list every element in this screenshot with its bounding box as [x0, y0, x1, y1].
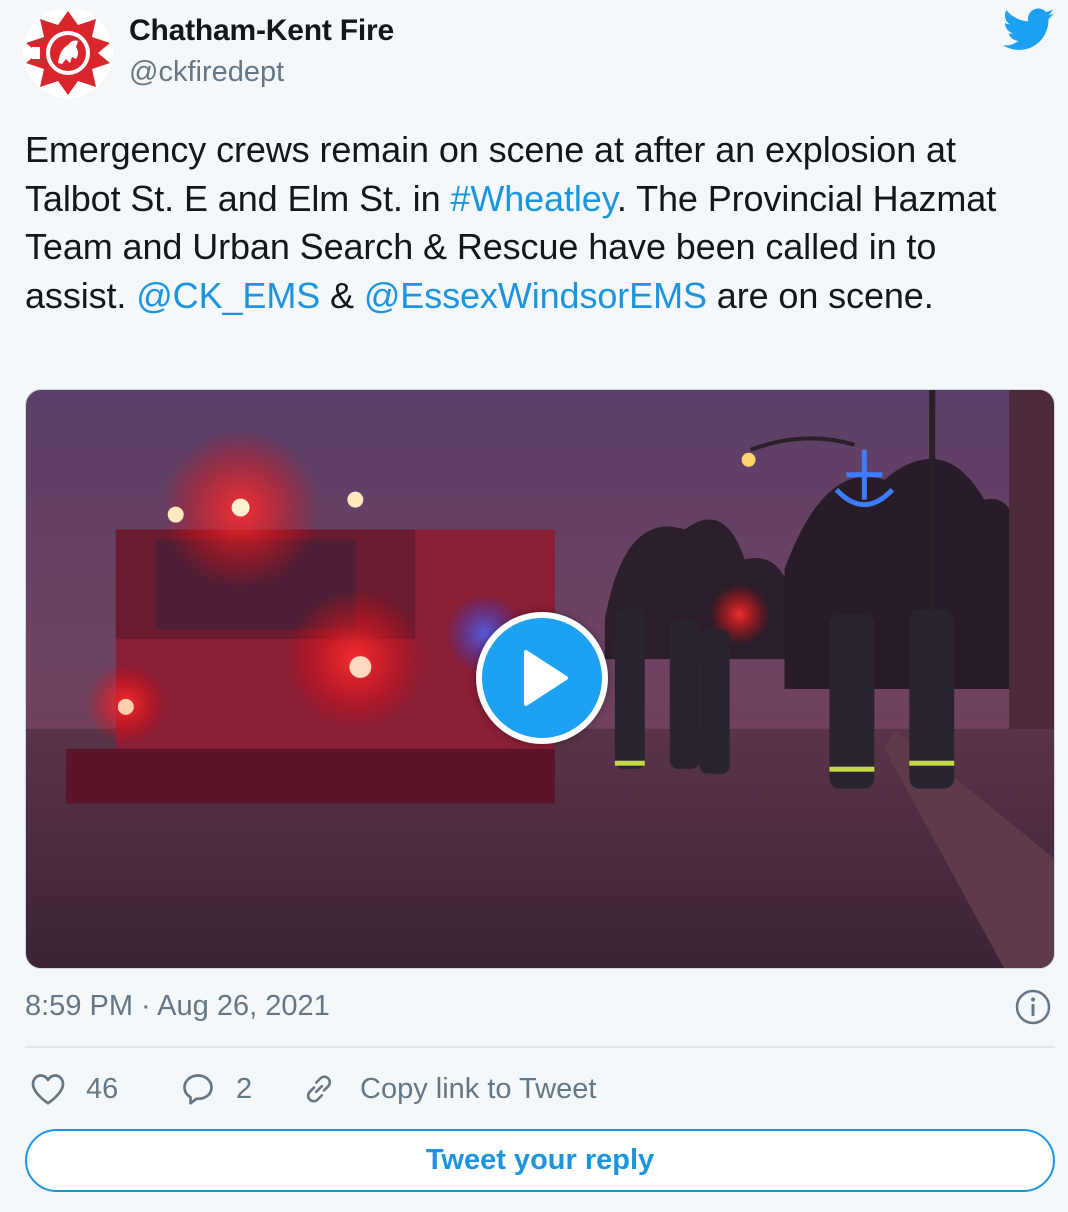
hashtag-link[interactable]: #Wheatley [450, 178, 617, 219]
twitter-bird-icon[interactable] [1002, 8, 1055, 52]
author-handle[interactable]: @ckfiredept [129, 56, 284, 89]
heart-icon [31, 1074, 65, 1105]
tweet-timestamp[interactable]: 8:59 PM · Aug 26, 2021 [25, 990, 330, 1023]
fire-department-maltese-cross-icon [23, 8, 113, 98]
reply-count: 2 [236, 1072, 253, 1105]
tweet-text: Emergency crews remain on scene at after… [25, 126, 1045, 320]
tweet-card: Chatham-Kent Fire @ckfiredept Emergency … [0, 0, 1068, 1212]
tweet-text-part: are on scene. [706, 274, 934, 316]
mention-link-ck-ems[interactable]: @CK_EMS [136, 275, 320, 316]
divider [25, 1046, 1055, 1048]
reply-button[interactable]: 2 [180, 1066, 252, 1112]
copy-link-label: Copy link to Tweet [360, 1072, 597, 1105]
link-icon [306, 1075, 332, 1103]
tweet-text-part: & [320, 274, 364, 316]
reply-bubble-icon [183, 1074, 213, 1105]
play-icon [524, 650, 568, 706]
copy-link-button[interactable]: Copy link to Tweet [302, 1066, 596, 1112]
mention-link-essex-windsor-ems[interactable]: @EssexWindsorEMS [364, 275, 707, 316]
info-icon[interactable] [1014, 988, 1052, 1026]
author-avatar[interactable] [22, 7, 114, 99]
like-button[interactable]: 46 [30, 1066, 118, 1112]
like-count: 46 [86, 1072, 119, 1105]
play-button[interactable] [476, 612, 608, 744]
video-player[interactable] [25, 389, 1055, 969]
tweet-your-reply-button[interactable]: Tweet your reply [25, 1129, 1055, 1192]
author-display-name[interactable]: Chatham-Kent Fire [129, 14, 394, 48]
